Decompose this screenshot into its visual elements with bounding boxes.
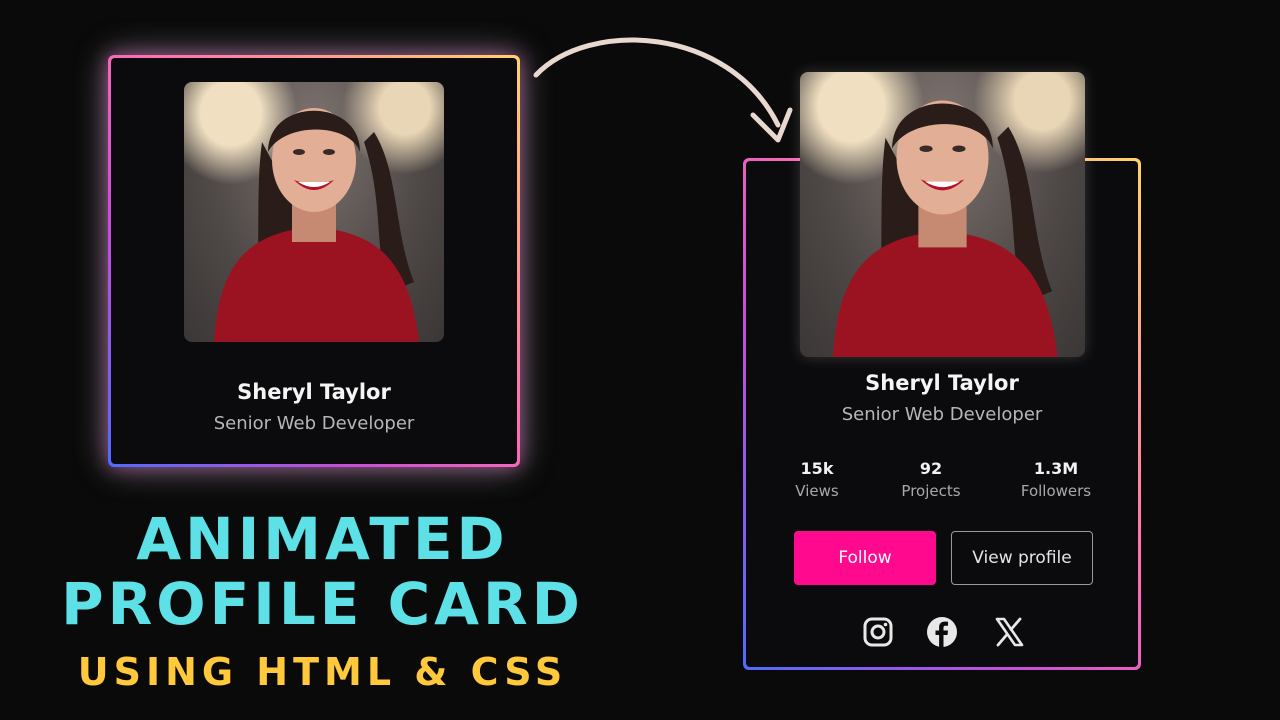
follow-button[interactable]: Follow (794, 531, 936, 585)
instagram-icon[interactable] (860, 614, 896, 650)
profile-photo (800, 72, 1085, 357)
profile-role: Senior Web Developer (213, 413, 415, 434)
profile-name: Sheryl Taylor (237, 380, 391, 404)
headline-line-1: ANIMATED (136, 505, 509, 573)
stat-value: 1.3M (1033, 459, 1079, 478)
stat-value: 15k (800, 459, 834, 478)
headline-line-2: PROFILE CARD (61, 570, 584, 638)
profile-role: Senior Web Developer (841, 404, 1043, 425)
stat-value: 92 (919, 459, 943, 478)
stat-label: Views (795, 482, 839, 500)
profile-card-collapsed: Sheryl Taylor Senior Web Developer (108, 55, 520, 467)
stat-followers: 1.3M Followers (996, 459, 1116, 500)
x-icon[interactable] (991, 614, 1027, 650)
stat-views: 15k Views (757, 459, 877, 500)
curved-arrow-icon (533, 37, 793, 143)
profile-name: Sheryl Taylor (865, 371, 1019, 395)
profile-photo (184, 82, 444, 342)
headline-subtitle: USING HTML & CSS (77, 650, 568, 694)
stat-label: Followers (1020, 482, 1092, 500)
facebook-icon[interactable] (924, 614, 960, 650)
stat-projects: 92 Projects (871, 459, 991, 500)
view-profile-button[interactable]: View profile (951, 531, 1093, 585)
stat-label: Projects (901, 482, 961, 500)
